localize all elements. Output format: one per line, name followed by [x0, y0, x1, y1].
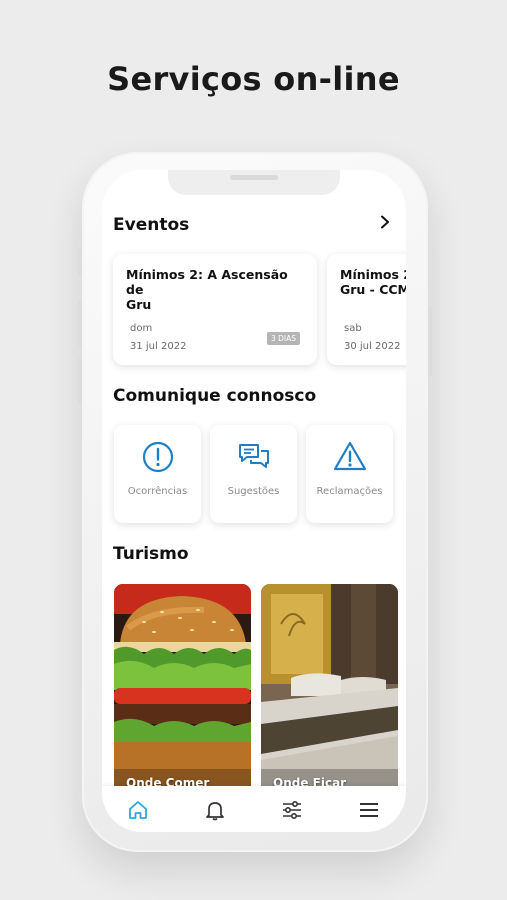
- tile-label: Ocorrências: [127, 486, 188, 497]
- event-card[interactable]: Mínimos 2: A Ascensão de Gru dom 31 jul …: [113, 254, 317, 365]
- home-icon[interactable]: [127, 799, 149, 821]
- power-button: [428, 306, 432, 376]
- volume-up-button: [78, 300, 82, 346]
- tile-label: Reclamações: [316, 486, 383, 497]
- notch: [168, 170, 340, 195]
- section-title-turismo: Turismo: [113, 544, 189, 564]
- section-title-comunique: Comunique connosco: [113, 386, 317, 406]
- chat-bubbles-icon: [239, 444, 269, 468]
- burger-photo: [114, 584, 251, 794]
- event-title: Mínimos 2: Gru - CCM: [340, 267, 406, 297]
- bell-icon[interactable]: [204, 799, 226, 821]
- event-day: dom: [130, 323, 153, 334]
- sliders-icon[interactable]: [281, 799, 303, 821]
- tile-ocorrencias[interactable]: Ocorrências: [114, 425, 201, 523]
- event-title: Mínimos 2: A Ascensão de Gru: [126, 267, 288, 312]
- event-day: sab: [344, 323, 362, 334]
- tile-reclamacoes[interactable]: Reclamações: [306, 425, 393, 523]
- warning-triangle-icon: [333, 441, 367, 471]
- tour-card-onde-ficar[interactable]: Onde Ficar: [261, 584, 398, 794]
- volume-down-button: [78, 358, 82, 404]
- event-date: 30 jul 2022: [344, 341, 401, 352]
- event-card[interactable]: Mínimos 2: Gru - CCM sab 30 jul 2022: [327, 254, 406, 365]
- hotel-room-photo: [261, 584, 398, 794]
- tour-card-onde-comer[interactable]: Onde Comer: [114, 584, 251, 794]
- event-date: 31 jul 2022: [130, 341, 187, 352]
- chevron-right-icon[interactable]: [378, 215, 392, 229]
- days-badge: 3 DIAS: [267, 332, 301, 345]
- speaker: [230, 175, 278, 180]
- headline: Serviços on-line: [107, 60, 400, 98]
- menu-icon[interactable]: [358, 799, 380, 821]
- app-screen: Eventos Mínimos 2: A Ascensão de Gru dom…: [102, 170, 406, 832]
- tile-sugestoes[interactable]: Sugestões: [210, 425, 297, 523]
- mute-switch: [78, 248, 82, 276]
- tile-label: Sugestões: [227, 486, 280, 497]
- bottom-nav: [102, 786, 406, 832]
- alert-circle-icon: [142, 441, 174, 473]
- section-title-eventos: Eventos: [113, 215, 190, 235]
